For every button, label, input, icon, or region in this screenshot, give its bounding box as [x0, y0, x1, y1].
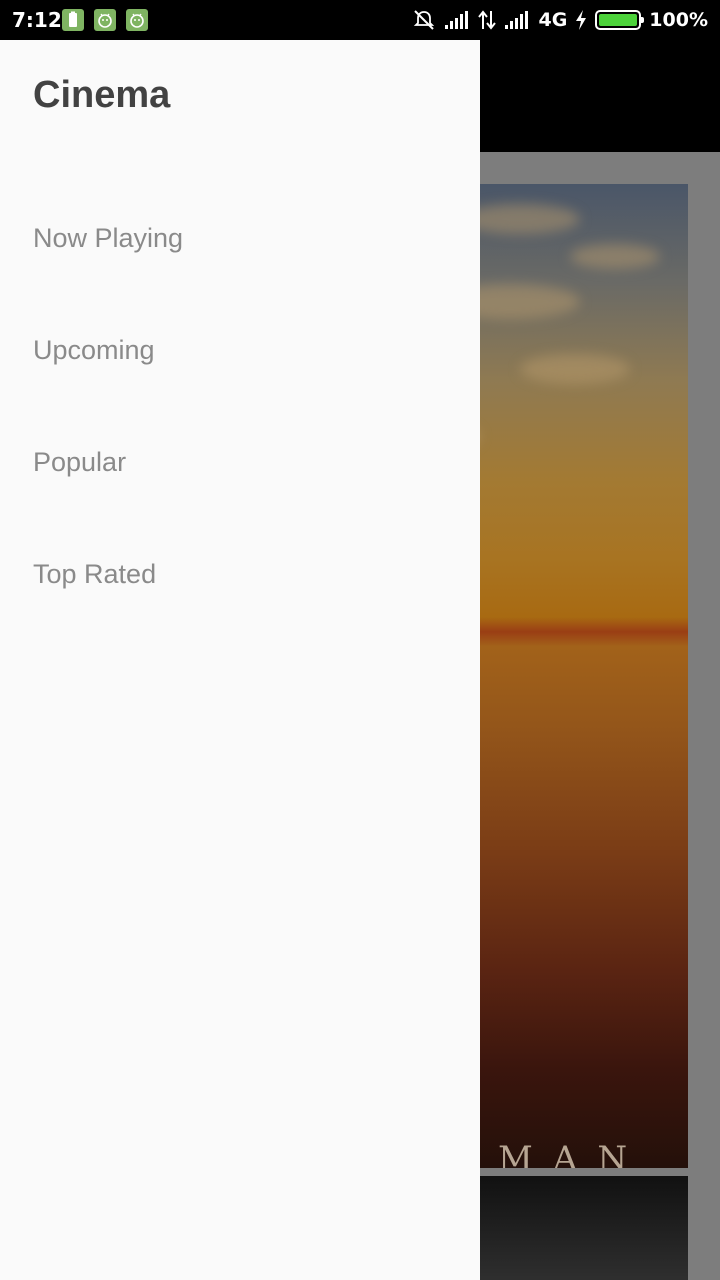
- screen: 7:12 4G 100% MAN Cinema Now Playing Upco…: [0, 0, 720, 1280]
- drawer-item-label: Now Playing: [33, 222, 184, 253]
- signal-icon: [444, 10, 470, 30]
- drawer-item-label: Popular: [33, 446, 127, 477]
- charging-icon: [575, 9, 587, 31]
- status-bar: 7:12 4G 100%: [0, 0, 720, 40]
- poster-cloud: [520, 354, 630, 384]
- navigation-drawer: Cinema Now Playing Upcoming Popular Top …: [0, 40, 480, 1280]
- data-transfer-icon: [478, 9, 497, 31]
- poster-cloud: [570, 244, 660, 269]
- status-time: 7:12: [12, 8, 62, 32]
- drawer-item-upcoming[interactable]: Upcoming: [0, 310, 480, 390]
- drawer-item-top-rated[interactable]: Top Rated: [0, 534, 480, 614]
- battery-level-fill: [599, 14, 638, 26]
- battery-percent: 100%: [649, 9, 708, 31]
- drawer-item-popular[interactable]: Popular: [0, 422, 480, 502]
- drawer-item-label: Top Rated: [33, 558, 157, 589]
- signal-icon: [504, 10, 530, 30]
- network-type: 4G: [538, 9, 568, 31]
- battery-notification-icon: [62, 9, 84, 31]
- status-right: 4G 100%: [412, 0, 708, 40]
- alarm-off-icon: [412, 8, 436, 32]
- poster-title: MAN: [498, 1139, 648, 1168]
- drawer-item-label: Upcoming: [33, 334, 155, 365]
- drawer-title: Cinema: [33, 74, 171, 116]
- battery-icon: [595, 10, 645, 30]
- android-notification-icon: [126, 9, 148, 31]
- drawer-item-now-playing[interactable]: Now Playing: [0, 198, 480, 278]
- android-notification-icon: [94, 9, 116, 31]
